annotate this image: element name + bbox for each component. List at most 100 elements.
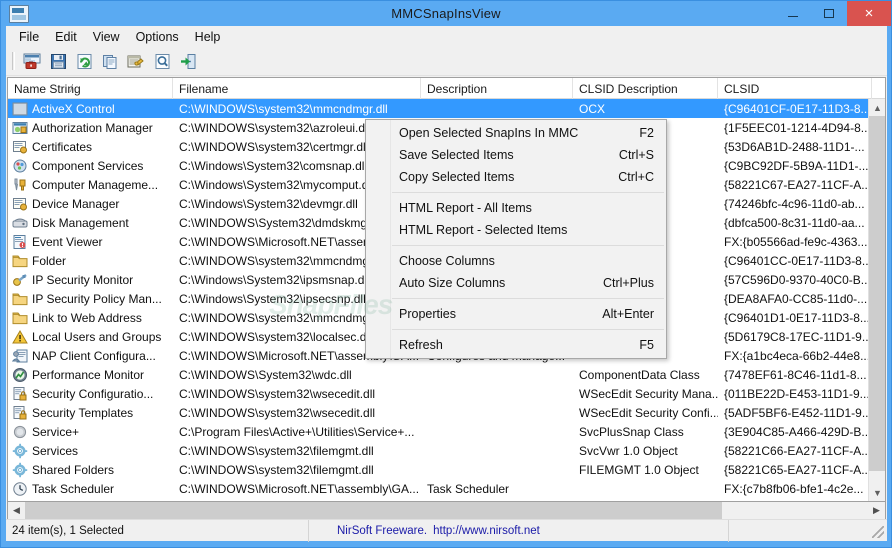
close-button[interactable]: × bbox=[847, 1, 891, 26]
context-menu-item-properties[interactable]: Properties Alt+Enter bbox=[366, 303, 666, 325]
table-row[interactable]: Task Scheduler C:\WINDOWS\Microsoft.NET\a… bbox=[8, 479, 885, 498]
cell-name-string: Service+ bbox=[8, 422, 173, 441]
menu-options[interactable]: Options bbox=[128, 28, 187, 46]
service-plus-icon bbox=[12, 424, 28, 440]
cell-name-string: Services bbox=[8, 441, 173, 460]
disk-management-icon bbox=[12, 215, 28, 231]
horizontal-scrollbar[interactable]: ◀ ▶ bbox=[7, 502, 886, 519]
cell-clsid-description: SvcVwr 1.0 Object bbox=[579, 443, 678, 458]
context-menu-item-shortcut: Ctrl+Plus bbox=[602, 276, 654, 290]
table-row[interactable]: Security Configuratio... C:\WINDOWS\syste… bbox=[8, 384, 885, 403]
cell-name-string: IP Security Policy Man... bbox=[8, 289, 173, 308]
cell-name-string: Certificates bbox=[8, 137, 173, 156]
column-header-name-string[interactable]: Name String / bbox=[8, 78, 173, 99]
horizontal-scrollbar-thumb[interactable] bbox=[25, 502, 722, 519]
refresh-icon bbox=[76, 53, 93, 70]
menu-help[interactable]: Help bbox=[187, 28, 229, 46]
context-menu-item-refresh[interactable]: Refresh F5 bbox=[366, 334, 666, 356]
open-in-mmc-icon bbox=[23, 53, 41, 70]
scroll-up-icon[interactable]: ▲ bbox=[869, 99, 885, 116]
cell-clsid-description: SvcPlusSnap Class bbox=[579, 424, 684, 439]
cell-description bbox=[421, 422, 573, 441]
cell-name-string: Authorization Manager bbox=[8, 118, 173, 137]
cell-clsid: {58221C65-EA27-11CF-A... bbox=[724, 462, 872, 477]
toolbar-exit-button[interactable] bbox=[176, 50, 200, 73]
exit-icon bbox=[180, 53, 197, 70]
row-name-label: Certificates bbox=[32, 139, 93, 154]
toolbar-refresh-button[interactable] bbox=[72, 50, 96, 73]
cell-filename: C:\WINDOWS\system32\wsecedit.dll bbox=[179, 405, 376, 420]
column-header-clsid-description[interactable]: CLSID Description bbox=[573, 78, 718, 99]
resize-grip[interactable] bbox=[872, 526, 884, 538]
context-menu-item-shortcut: F5 bbox=[639, 338, 654, 352]
cell-clsid: {58221C67-EA27-11CF-A... bbox=[724, 177, 872, 192]
context-menu-item-html-report-all-items[interactable]: HTML Report - All Items bbox=[366, 197, 666, 219]
scroll-right-icon[interactable]: ▶ bbox=[868, 502, 885, 519]
status-credit: NirSoft Freeware. http://www.nirsoft.net bbox=[309, 519, 729, 542]
vertical-scrollbar[interactable]: ▲ ▼ bbox=[868, 99, 885, 501]
menu-file[interactable]: File bbox=[11, 28, 47, 46]
context-menu-item-copy-selected-items[interactable]: Copy Selected Items Ctrl+C bbox=[366, 166, 666, 188]
menu-view[interactable]: View bbox=[85, 28, 128, 46]
minimize-button[interactable] bbox=[775, 1, 811, 26]
table-row[interactable]: Performance Monitor C:\WINDOWS\System32\w… bbox=[8, 365, 885, 384]
row-name-label: Link to Web Address bbox=[32, 310, 142, 325]
context-menu-item-auto-size-columns[interactable]: Auto Size Columns Ctrl+Plus bbox=[366, 272, 666, 294]
cell-description bbox=[421, 384, 573, 403]
cell-clsid: {C96401CC-0E17-11D3-8... bbox=[724, 253, 872, 268]
cell-name-string: Computer Manageme... bbox=[8, 175, 173, 194]
cell-clsid: {3E904C85-A466-429D-B... bbox=[724, 424, 872, 439]
cell-name-string: Event Viewer bbox=[8, 232, 173, 251]
cell-description bbox=[421, 403, 573, 422]
vertical-scrollbar-thumb[interactable] bbox=[869, 116, 885, 471]
nirsoft-url-link[interactable]: http://www.nirsoft.net bbox=[433, 525, 540, 537]
cell-clsid: {DEA8AFA0-CC85-11d0-... bbox=[724, 291, 868, 306]
component-services-icon bbox=[12, 158, 28, 174]
folder-icon bbox=[12, 291, 28, 307]
scroll-left-icon[interactable]: ◀ bbox=[8, 502, 25, 519]
context-menu[interactable]: Open Selected SnapIns In MMC F2 Save Selec… bbox=[365, 119, 667, 359]
row-name-label: Service+ bbox=[32, 424, 80, 439]
table-row[interactable]: ActiveX Control C:\WINDOWS\system32\mmcnd… bbox=[8, 99, 885, 118]
context-menu-item-save-selected-items[interactable]: Save Selected Items Ctrl+S bbox=[366, 144, 666, 166]
window-title: MMCSnapInsView bbox=[391, 6, 501, 21]
menu-edit[interactable]: Edit bbox=[47, 28, 85, 46]
toolbar-copy-button[interactable] bbox=[98, 50, 122, 73]
scroll-down-icon[interactable]: ▼ bbox=[869, 484, 885, 501]
table-row[interactable]: Shared Folders C:\WINDOWS\system32\filemg… bbox=[8, 460, 885, 479]
context-menu-item-open-selected-snapins-in-mmc[interactable]: Open Selected SnapIns In MMC F2 bbox=[366, 122, 666, 144]
context-menu-item-label: Copy Selected Items bbox=[399, 170, 515, 184]
cell-clsid: FX:{a1bc4eca-66b2-44e8... bbox=[724, 348, 871, 363]
context-menu-item-choose-columns[interactable]: Choose Columns bbox=[366, 250, 666, 272]
toolbar-save-button[interactable] bbox=[46, 50, 70, 73]
context-menu-item-label: Open Selected SnapIns In MMC bbox=[399, 126, 579, 140]
title-bar: MMCSnapInsView × bbox=[1, 1, 891, 26]
row-name-label: Disk Management bbox=[32, 215, 129, 230]
table-row[interactable]: Services C:\WINDOWS\system32\filemgmt.dll… bbox=[8, 441, 885, 460]
folder-icon bbox=[12, 253, 28, 269]
context-menu-item-label: HTML Report - Selected Items bbox=[399, 223, 568, 237]
context-menu-item-label: Save Selected Items bbox=[399, 148, 514, 162]
table-row[interactable]: Security Templates C:\WINDOWS\system32\ws… bbox=[8, 403, 885, 422]
column-header-clsid[interactable]: CLSID bbox=[718, 78, 872, 99]
cell-name-string: Shared Folders bbox=[8, 460, 173, 479]
context-menu-item-shortcut: Ctrl+C bbox=[618, 170, 654, 184]
row-name-label: Task Scheduler bbox=[32, 481, 115, 496]
table-row[interactable]: Service+ C:\Program Files\Active+\Utiliti… bbox=[8, 422, 885, 441]
app-window: MMCSnapInsView × File Edit View Options … bbox=[0, 0, 892, 548]
toolbar-choose-columns-button[interactable] bbox=[124, 50, 148, 73]
authorization-manager-icon bbox=[12, 120, 28, 136]
cell-clsid: {74246bfc-4c96-11d0-ab... bbox=[724, 196, 865, 211]
cell-name-string: Link to Web Address bbox=[8, 308, 173, 327]
cell-clsid-description: FILEMGMT 1.0 Object bbox=[579, 462, 699, 477]
cell-clsid: {58221C66-EA27-11CF-A... bbox=[724, 443, 872, 458]
column-header-description[interactable]: Description bbox=[421, 78, 573, 99]
cell-name-string: Component Services bbox=[8, 156, 173, 175]
context-menu-separator bbox=[392, 298, 664, 299]
context-menu-item-shortcut: F2 bbox=[639, 126, 654, 140]
toolbar-open-in-mmc-button[interactable] bbox=[20, 50, 44, 73]
maximize-button[interactable] bbox=[811, 1, 847, 26]
context-menu-item-html-report-selected-items[interactable]: HTML Report - Selected Items bbox=[366, 219, 666, 241]
toolbar-properties-button[interactable] bbox=[150, 50, 174, 73]
column-header-filename[interactable]: Filename bbox=[173, 78, 421, 99]
